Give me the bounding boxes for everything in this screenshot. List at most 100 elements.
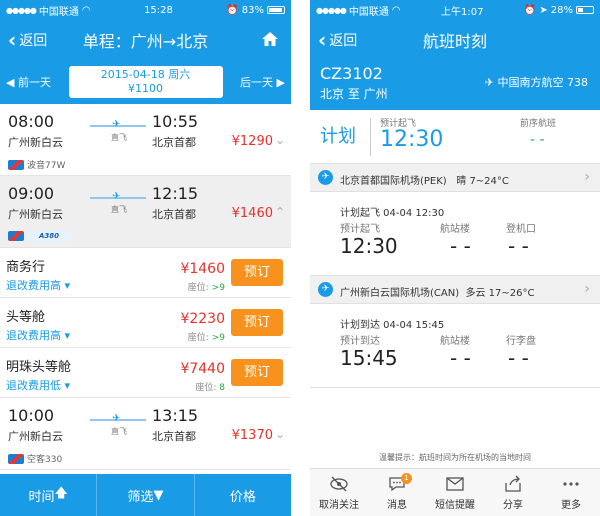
cabin-price: ¥1460 <box>180 261 225 277</box>
carrier-label: 中国联通 <box>348 6 389 18</box>
cabin-row: 明珠头等舱 退改费用低 ▾ ¥7440 座位: 8 预订 <box>0 348 291 398</box>
signal-icon: ●●●●● <box>6 5 37 15</box>
gate-label: 登机口 <box>506 224 536 235</box>
carrier-label: 中国联通 <box>38 6 79 18</box>
gate-value: - - <box>508 234 529 258</box>
landing-icon: ✈ <box>318 282 333 297</box>
prev-day-button[interactable]: ◀ 前一天 <box>6 74 51 90</box>
signal-icon: ●●●●● <box>316 5 347 15</box>
terminal-label: 航站楼 <box>440 336 470 347</box>
arr-port: 北京首都 <box>152 136 196 149</box>
share-button[interactable]: 分享 <box>484 469 542 516</box>
airline-logo-icon <box>8 453 24 464</box>
sms-reminder-button[interactable]: 短信提醒 <box>426 469 484 516</box>
book-button[interactable]: 预订 <box>231 259 283 286</box>
location-icon: ➤ <box>539 4 548 16</box>
battery-label: 28% <box>550 4 573 16</box>
refund-rule-link[interactable]: 退改费用高 ▾ <box>6 327 70 343</box>
refund-rule-link[interactable]: 退改费用高 ▾ <box>6 277 70 293</box>
departure-airport-row[interactable]: ✈ 北京首都国际机场(PEK) 晴 7~24°C › <box>310 164 600 192</box>
arr-time: 12:15 <box>152 184 199 203</box>
battery-icon <box>576 6 594 14</box>
filter-button[interactable]: 筛选 ▼ <box>97 474 195 516</box>
flight-row[interactable]: 10:00 13:15 广州新白云 北京首都 ✈ 直飞 ¥1370 ⌄ 空客33… <box>0 398 291 470</box>
status-bar: ●●●●● 中国联通 ◠ 15:28 ⏰ 83% <box>0 0 291 20</box>
flight-price: ¥1370 <box>231 428 273 443</box>
est-departure-time: 12:30 <box>380 127 444 152</box>
more-button[interactable]: 更多 <box>542 469 600 516</box>
book-button[interactable]: 预订 <box>231 309 283 336</box>
refund-rule-link[interactable]: 退改费用低 ▾ <box>6 377 70 393</box>
chevron-up-icon: ⌃ <box>274 205 285 219</box>
cabin-row: 头等舱 退改费用高 ▾ ¥2230 座位: >9 预订 <box>0 298 291 348</box>
dep-port: 广州新白云 <box>8 430 63 443</box>
planned-arrival: 计划到达 04-04 15:45 <box>340 320 445 331</box>
prev-flight-value: - - <box>530 132 545 148</box>
aircraft-info: A380 <box>8 230 71 242</box>
chevron-right-icon: › <box>584 281 590 297</box>
flight-number: CZ3102 <box>320 64 383 83</box>
departure-weather: 晴 7~24°C <box>456 176 509 187</box>
flight-price: ¥1460 <box>231 206 273 221</box>
wifi-icon: ◠ <box>81 4 91 16</box>
date-bar: ◀ 前一天 2015-04-18 周六 ¥1100 后一天 ▶ <box>0 60 291 104</box>
dep-port: 广州新白云 <box>8 136 63 149</box>
more-icon <box>563 481 579 486</box>
chevron-down-icon: ⌄ <box>274 133 285 147</box>
seat-info: 座位: 8 <box>195 383 225 393</box>
flight-route: 北京 至 广州 <box>320 87 388 101</box>
back-button[interactable]: ‹ 返回 <box>0 20 47 60</box>
arrival-airport-row[interactable]: ✈ 广州新白云国际机场(CAN) 多云 17~26°C › <box>310 276 600 304</box>
sort-time-button[interactable]: 时间 🡅 <box>0 474 98 516</box>
plane-icon: ✈ <box>484 76 494 89</box>
est-arrival-value: 15:45 <box>340 346 398 370</box>
hint-text: 温馨提示：航班时间为所在机场的当地时间 <box>379 453 531 462</box>
terminal-value: - - <box>450 346 471 370</box>
arr-port: 北京首都 <box>152 208 196 221</box>
baggage-value: - - <box>508 346 529 370</box>
battery-icon <box>267 6 285 14</box>
chevron-left-icon: ‹ <box>8 28 17 52</box>
takeoff-icon: ✈ <box>318 170 333 185</box>
airline-info: ✈ 中国南方航空 738 <box>484 76 588 89</box>
message-badge: 1 <box>401 473 412 484</box>
cabin-name: 商务行 <box>6 260 46 275</box>
flight-list-screen: ●●●●● 中国联通 ◠ 15:28 ⏰ 83% ‹ 返回 单程：广州→北京 ◀… <box>0 0 291 516</box>
divider <box>370 118 371 156</box>
arr-time: 10:55 <box>152 112 199 131</box>
battery-label: 83% <box>241 4 264 16</box>
sort-price-button[interactable]: 价格 <box>195 474 291 516</box>
terminal-value: - - <box>450 234 471 258</box>
next-day-button[interactable]: 后一天 ▶ <box>240 74 285 90</box>
est-departure-label: 预计起飞 <box>340 224 380 235</box>
eye-off-icon <box>330 476 348 491</box>
nav-bar: ‹ 返回 航班时刻 <box>310 20 600 60</box>
home-icon[interactable] <box>261 30 279 48</box>
dep-time: 09:00 <box>8 184 55 203</box>
airline-logo-icon <box>8 231 24 241</box>
date-picker[interactable]: 2015-04-18 周六 ¥1100 <box>68 66 223 98</box>
arrival-weather: 多云 17~26°C <box>465 288 535 299</box>
back-button[interactable]: ‹ 返回 <box>310 20 357 60</box>
book-button[interactable]: 预订 <box>231 359 283 386</box>
arrow-up-icon: 🡅 <box>54 486 68 501</box>
aircraft-info: 空客330 <box>8 452 62 465</box>
mail-icon <box>446 476 464 491</box>
flight-row[interactable]: 08:00 10:55 广州新白云 北京首都 ✈ 直飞 ¥1290 ⌄ 波音77… <box>0 104 291 176</box>
departure-airport: 北京首都国际机场(PEK) <box>340 176 447 187</box>
alarm-icon: ⏰ <box>226 4 239 16</box>
nav-bar: ‹ 返回 单程：广州→北京 <box>0 20 291 60</box>
cabin-name: 头等舱 <box>6 310 46 325</box>
prev-flight-label: 前序航班 <box>520 119 557 129</box>
plan-label: 计划 <box>320 126 356 147</box>
departure-detail: 计划起飞 04-04 12:30 预计起飞 12:30 航站楼 - - 登机口 … <box>310 192 600 276</box>
plane-icon: ✈ <box>112 119 121 130</box>
message-button[interactable]: 1 消息 <box>368 469 426 516</box>
aircraft-info: 波音77W <box>8 158 65 171</box>
wifi-icon: ◠ <box>391 4 401 16</box>
flight-row[interactable]: 09:00 12:15 广州新白云 北京首都 ✈ 直飞 ¥1460 ⌃ A380 <box>0 176 291 248</box>
direct-label: 直飞 <box>111 133 127 142</box>
unfollow-button[interactable]: 取消关注 <box>310 469 368 516</box>
direct-label: 直飞 <box>111 427 127 436</box>
flight-price: ¥1290 <box>231 134 273 149</box>
